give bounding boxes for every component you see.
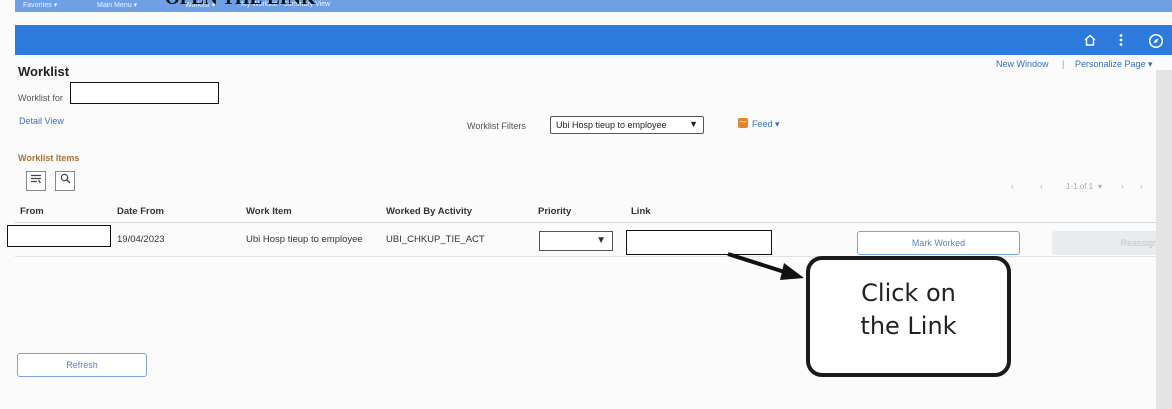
chevron-down-icon[interactable]: ▾ [1098,182,1102,191]
table-divider [15,222,1160,223]
more-vertical-icon[interactable] [1113,33,1129,49]
cell-work-item: Ubi Hosp tieup to employee [246,234,363,245]
previous-page-icon[interactable]: ‹ [1040,182,1043,191]
callout-line-2: the Link [860,312,957,340]
column-header-priority[interactable]: Priority [538,206,571,217]
header-bar [15,25,1172,55]
cell-date-from: 19/04/2023 [117,234,165,245]
column-header-link[interactable]: Link [631,206,651,217]
rss-feed-icon[interactable]: ⁓ [738,118,748,128]
reassign-button[interactable]: Reassign [1052,231,1160,255]
refresh-button[interactable]: Refresh [17,353,147,377]
detail-view-link[interactable]: Detail View [19,116,64,126]
column-header-work-item[interactable]: Work Item [246,206,292,217]
personalize-page-link[interactable]: Personalize Page ▾ [1075,59,1153,70]
navbar-compass-icon[interactable] [1148,33,1164,49]
arrow-icon [727,252,804,280]
instruction-callout: Click on the Link [806,256,1011,377]
cell-worked-by-activity: UBI_CHKUP_TIE_ACT [386,234,485,245]
nav-main-menu[interactable]: Main Menu ▾ [97,1,137,9]
next-page-icon[interactable]: › [1121,182,1124,191]
instruction-heading: OPEN THE LINK [165,0,316,10]
priority-select[interactable]: ▼ [539,231,613,251]
chevron-down-icon: ▼ [596,235,606,246]
redacted-user-name [70,82,219,104]
nav-favorites[interactable]: Favorites ▾ [23,1,57,9]
worklist-for-label: Worklist for [18,93,63,103]
section-title: Worklist Items [18,153,80,163]
callout-line-1: Click on [861,279,956,307]
first-page-icon[interactable]: ‹ [1011,182,1014,191]
vertical-scrollbar[interactable] [1156,70,1172,409]
last-page-icon[interactable]: › [1140,182,1143,191]
column-header-date-from[interactable]: Date From [117,206,164,217]
worklist-filter-select[interactable]: Ubi Hosp tieup to employee ▼ [550,116,704,134]
worklist-filter-value: Ubi Hosp tieup to employee [556,120,667,130]
redacted-from-value [7,225,111,247]
column-header-worked-by-activity[interactable]: Worked By Activity [386,206,472,217]
pager-status[interactable]: 1-1 of 1 [1066,182,1093,191]
new-window-link[interactable]: New Window [996,59,1049,69]
home-icon[interactable] [1082,33,1098,49]
chevron-down-icon: ▼ [689,119,698,129]
column-header-from[interactable]: From [20,206,44,217]
page-title: Worklist [18,64,70,79]
header-separator: | [1062,59,1065,69]
mark-worked-button[interactable]: Mark Worked [857,231,1020,255]
feed-link[interactable]: Feed ▾ [752,119,780,130]
grid-personalize-icon[interactable] [26,171,46,191]
worklist-filters-label: Worklist Filters [467,121,526,131]
search-icon[interactable] [55,171,75,191]
